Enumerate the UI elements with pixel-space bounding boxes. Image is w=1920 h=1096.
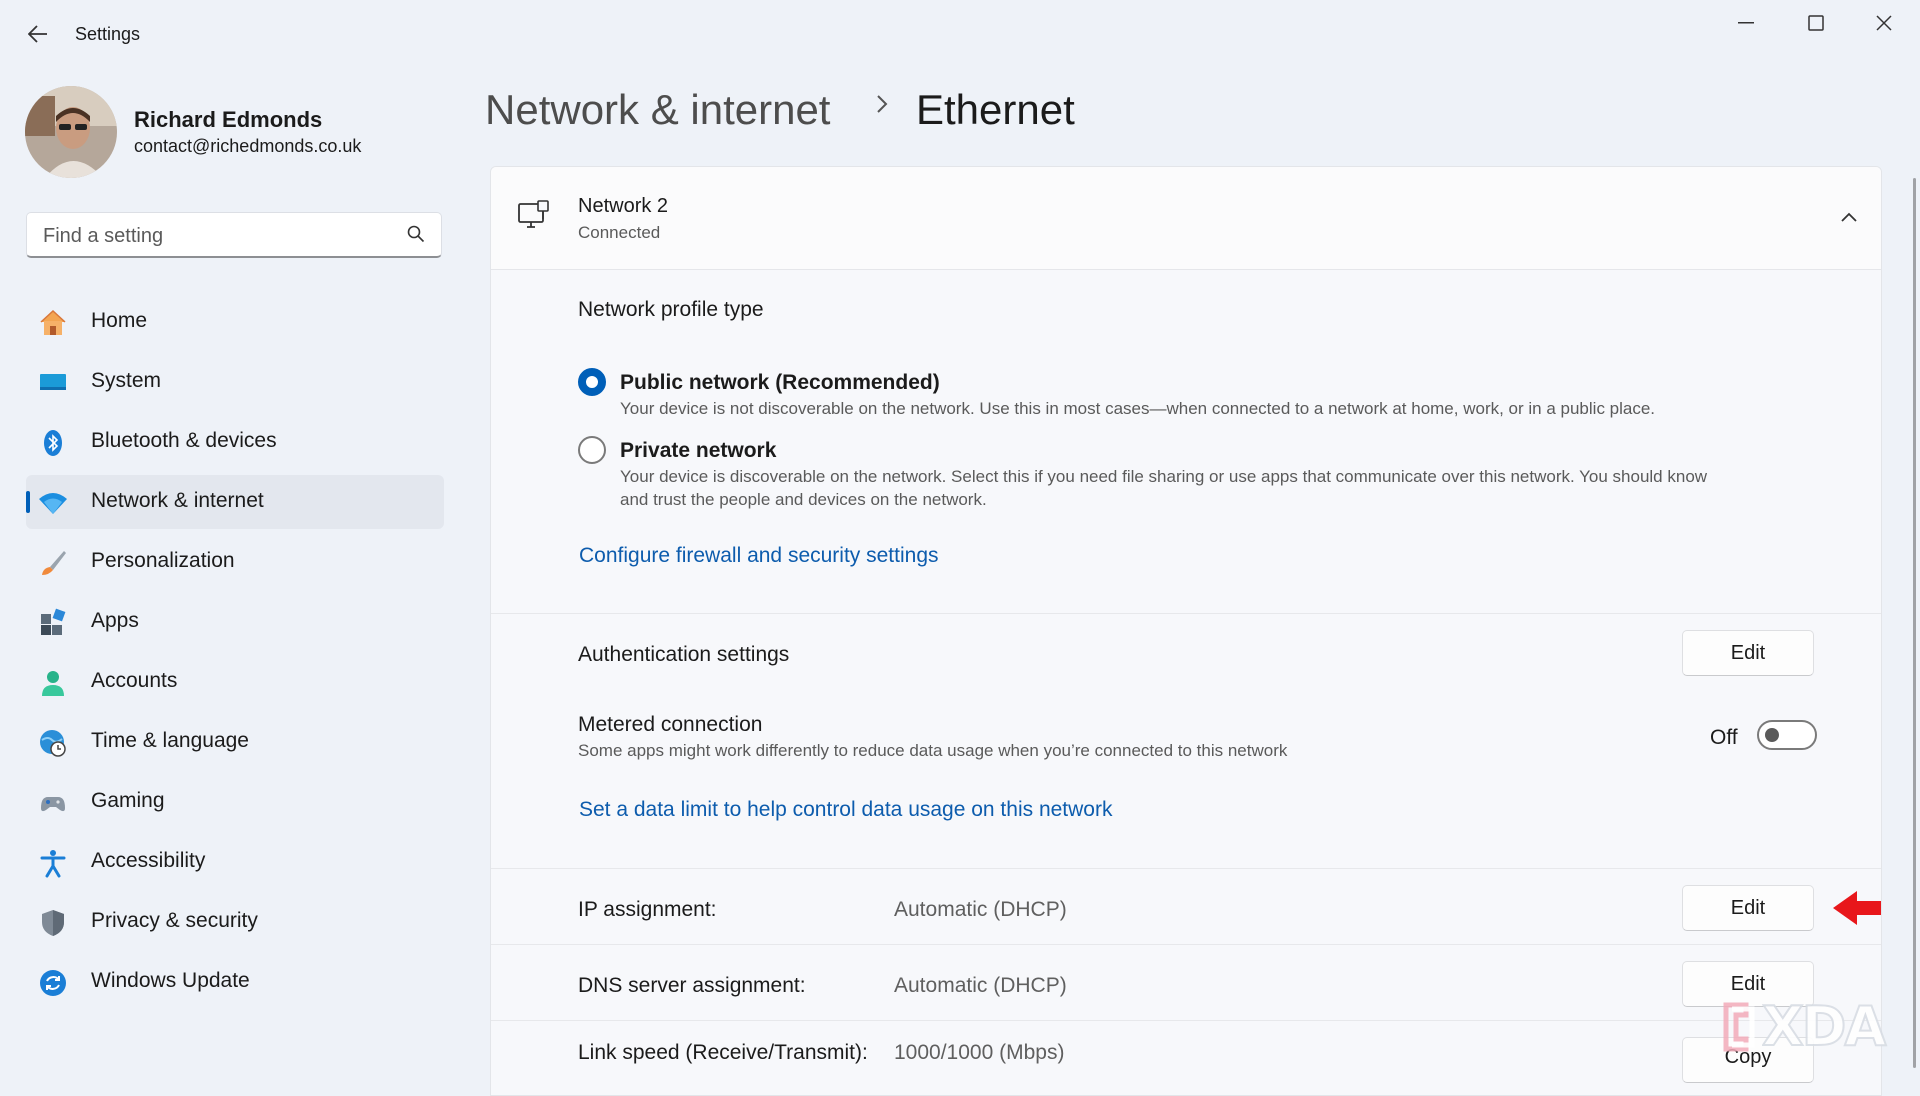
private-network-description-line1: Your device is discoverable on the netwo… bbox=[620, 467, 1708, 486]
xda-watermark: XDA bbox=[1712, 994, 1887, 1059]
nav-label-bluetooth: Bluetooth & devices bbox=[91, 429, 277, 452]
auth-edit-button[interactable]: Edit bbox=[1682, 630, 1814, 676]
close-button[interactable] bbox=[1860, 10, 1908, 36]
divider bbox=[491, 613, 1881, 614]
nav-item-system[interactable]: System bbox=[26, 355, 444, 409]
wifi-icon bbox=[39, 493, 67, 514]
nav-label-accounts: Accounts bbox=[91, 669, 178, 692]
private-network-radio[interactable] bbox=[578, 436, 606, 464]
nav-item-accessibility[interactable]: Accessibility bbox=[26, 835, 444, 889]
divider bbox=[491, 1020, 1881, 1021]
apps-icon bbox=[41, 608, 66, 635]
maximize-icon bbox=[1808, 15, 1824, 31]
search-box[interactable] bbox=[26, 212, 442, 259]
public-network-label[interactable]: Public network (Recommended) bbox=[620, 371, 940, 395]
network-name: Network 2 bbox=[578, 195, 669, 217]
shield-icon bbox=[42, 910, 64, 936]
nav-label-accessibility: Accessibility bbox=[91, 849, 206, 872]
ip-edit-button[interactable]: Edit bbox=[1682, 885, 1814, 931]
nav-label-network: Network & internet bbox=[91, 489, 264, 512]
home-icon bbox=[40, 309, 66, 335]
nav-item-windows-update[interactable]: Windows Update bbox=[26, 955, 444, 1009]
nav-label-system: System bbox=[91, 369, 162, 392]
gamepad-icon bbox=[41, 797, 65, 812]
nav-item-home[interactable]: Home bbox=[26, 295, 444, 349]
avatar-photo bbox=[25, 86, 117, 178]
metered-toggle-state: Off bbox=[1710, 726, 1738, 749]
maximize-button[interactable] bbox=[1792, 10, 1840, 36]
nav-label-windows-update: Windows Update bbox=[91, 969, 250, 992]
globe-clock-icon bbox=[40, 730, 66, 757]
nav-label-apps: Apps bbox=[91, 609, 139, 632]
nav-label-time-language: Time & language bbox=[91, 729, 249, 752]
divider bbox=[491, 944, 1881, 945]
data-limit-link[interactable]: Set a data limit to help control data us… bbox=[579, 798, 1112, 822]
nav-label-home: Home bbox=[91, 309, 148, 332]
private-network-label[interactable]: Private network bbox=[620, 439, 776, 463]
ip-assignment-label: IP assignment: bbox=[578, 898, 717, 921]
public-network-description: Your device is not discoverable on the n… bbox=[620, 399, 1656, 418]
minimize-icon bbox=[1738, 22, 1754, 24]
public-network-radio[interactable] bbox=[578, 368, 606, 396]
firewall-settings-link[interactable]: Configure firewall and security settings bbox=[579, 544, 939, 568]
app-title: Settings bbox=[75, 24, 141, 44]
nav-label-privacy-security: Privacy & security bbox=[91, 909, 258, 932]
search-icon[interactable] bbox=[407, 225, 425, 243]
dns-assignment-label: DNS server assignment: bbox=[578, 974, 806, 997]
page-title: Ethernet bbox=[916, 86, 1075, 133]
nav-item-privacy-security[interactable]: Privacy & security bbox=[26, 895, 444, 949]
xda-logo-icon bbox=[1723, 1002, 1755, 1051]
active-indicator bbox=[26, 491, 30, 513]
ethernet-monitor-icon bbox=[518, 200, 549, 228]
bluetooth-icon bbox=[44, 430, 62, 456]
ethernet-panel: Network 2 Connected Network profile type… bbox=[490, 166, 1882, 1096]
nav-item-gaming[interactable]: Gaming bbox=[26, 775, 444, 829]
auth-settings-label: Authentication settings bbox=[578, 643, 790, 666]
xda-watermark-text: XDA bbox=[1761, 994, 1887, 1059]
user-name: Richard Edmonds bbox=[134, 107, 323, 132]
system-icon bbox=[40, 374, 66, 390]
nav-item-apps[interactable]: Apps bbox=[26, 595, 444, 649]
user-email: contact@richedmonds.co.uk bbox=[134, 136, 362, 156]
nav-label-personalization: Personalization bbox=[91, 549, 235, 572]
chevron-right-icon bbox=[877, 95, 888, 113]
network-status: Connected bbox=[578, 223, 661, 242]
network-header[interactable]: Network 2 Connected bbox=[491, 167, 1881, 270]
metered-connection-toggle[interactable] bbox=[1757, 720, 1817, 750]
search-input[interactable] bbox=[41, 213, 385, 259]
dns-assignment-value: Automatic (DHCP) bbox=[894, 974, 1067, 997]
chevron-up-icon[interactable] bbox=[1840, 211, 1858, 223]
nav-item-network[interactable]: Network & internet bbox=[26, 475, 444, 529]
red-arrow-annotation bbox=[1833, 891, 1881, 925]
scrollbar[interactable] bbox=[1913, 178, 1916, 1068]
avatar[interactable] bbox=[25, 86, 117, 178]
nav-item-bluetooth[interactable]: Bluetooth & devices bbox=[26, 415, 444, 469]
nav-item-time-language[interactable]: Time & language bbox=[26, 715, 444, 769]
back-button[interactable] bbox=[18, 18, 58, 50]
profile-type-heading: Network profile type bbox=[578, 298, 764, 321]
accounts-icon bbox=[42, 671, 64, 696]
metered-connection-description: Some apps might work differently to redu… bbox=[578, 741, 1288, 760]
ip-assignment-value: Automatic (DHCP) bbox=[894, 898, 1067, 921]
update-icon bbox=[40, 970, 66, 996]
nav-item-accounts[interactable]: Accounts bbox=[26, 655, 444, 709]
link-speed-label: Link speed (Receive/Transmit): bbox=[578, 1041, 868, 1064]
link-speed-value: 1000/1000 (Mbps) bbox=[894, 1041, 1065, 1064]
metered-connection-label: Metered connection bbox=[578, 713, 763, 736]
close-icon bbox=[1876, 15, 1892, 31]
back-arrow-icon bbox=[28, 25, 47, 43]
breadcrumb-parent[interactable]: Network & internet bbox=[485, 86, 830, 134]
toggle-knob bbox=[1765, 728, 1779, 742]
minimize-button[interactable] bbox=[1722, 10, 1770, 36]
private-network-description-line2: and trust the people and devices on the … bbox=[620, 490, 987, 509]
nav-label-gaming: Gaming bbox=[91, 789, 165, 812]
accessibility-icon bbox=[40, 850, 66, 878]
brush-icon bbox=[42, 551, 66, 575]
nav-item-personalization[interactable]: Personalization bbox=[26, 535, 444, 589]
divider bbox=[491, 868, 1881, 869]
